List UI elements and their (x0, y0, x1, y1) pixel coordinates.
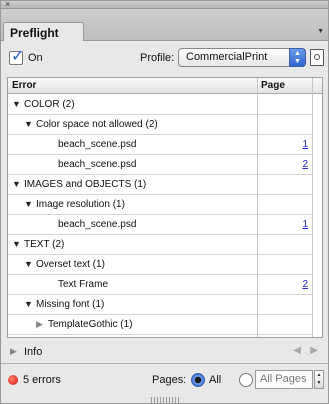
info-expander-icon[interactable]: ▶ (10, 346, 17, 357)
list-item[interactable]: ▼ IMAGES and OBJECTS (1) (8, 175, 312, 195)
list-item-label: Overset text (1) (36, 259, 105, 270)
page-link[interactable]: 1 (302, 219, 308, 230)
info-section: ▶ Info ◀ ▶ (7, 343, 323, 361)
profile-value: CommercialPrint (186, 51, 268, 63)
column-divider (312, 78, 313, 337)
page-link[interactable]: 2 (302, 159, 308, 170)
pages-range-radio[interactable] (239, 373, 253, 387)
error-list: Error Page ▼ COLOR (2) ▼ Color space not al… (7, 77, 323, 338)
list-item[interactable]: ▼ Image resolution (1) (8, 195, 312, 215)
preflight-panel: × Preflight ▼ ✓ On Profile: CommercialPr… (0, 0, 329, 404)
list-item[interactable]: ▼ Color space not allowed (2) (8, 115, 312, 135)
collapse-triangle-icon[interactable]: ▼ (24, 119, 33, 129)
collapse-triangle-icon[interactable]: ▼ (24, 299, 33, 309)
page-range-stepper-icon[interactable]: ▲ ▼ (314, 370, 324, 389)
status-bar: 5 errors Pages: All All Pages ▲ ▼ (1, 363, 328, 393)
list-item-label: beach_scene.psd (58, 219, 137, 230)
list-item[interactable]: beach_scene.psd 2 (8, 155, 312, 175)
collapse-triangle-icon[interactable]: ▼ (24, 259, 33, 269)
panel-menu-icon[interactable]: ▼ (317, 28, 324, 35)
list-item-label: COLOR (2) (24, 99, 75, 110)
collapse-triangle-icon[interactable]: ▼ (12, 99, 21, 109)
error-count[interactable]: 5 errors (23, 374, 61, 386)
pages-label: Pages: (152, 374, 187, 386)
pages-all-label: All (209, 374, 222, 386)
tab-bar: Preflight ▼ (1, 9, 328, 41)
profile-select[interactable]: CommercialPrint ▲ ▼ (178, 48, 306, 67)
info-label[interactable]: Info (24, 346, 42, 358)
list-item[interactable]: ▶ TemplateGothic (1) (8, 315, 312, 335)
checkmark-icon: ✓ (11, 48, 25, 65)
list-item[interactable]: beach_scene.psd 1 (8, 135, 312, 155)
expand-triangle-icon[interactable]: ▶ (36, 319, 43, 330)
resize-grip-icon[interactable] (151, 397, 179, 403)
page-link[interactable]: 1 (302, 139, 308, 150)
list-item-label: beach_scene.psd (58, 139, 137, 150)
collapse-triangle-icon[interactable]: ▼ (24, 199, 33, 209)
list-item-label: TEXT (2) (24, 239, 65, 250)
up-down-stepper-icon: ▲ ▼ (289, 48, 306, 67)
toolbar: ✓ On Profile: CommercialPrint ▲ ▼ (1, 42, 328, 74)
list-header: Error Page (8, 78, 322, 94)
list-item[interactable]: beach_scene.psd 1 (8, 215, 312, 235)
column-header-error[interactable]: Error (12, 80, 36, 91)
page-range-input[interactable]: All Pages (255, 370, 313, 389)
column-divider (257, 78, 258, 337)
list-item[interactable]: ▼ Missing font (1) (8, 295, 312, 315)
column-header-page[interactable]: Page (261, 80, 285, 91)
list-item[interactable]: Text Frame 2 (8, 275, 312, 295)
list-item-label: IMAGES and OBJECTS (1) (24, 179, 147, 190)
collapse-triangle-icon[interactable]: ▼ (12, 179, 21, 189)
list-item-label: Text Frame (58, 279, 109, 290)
list-item-label: Image resolution (1) (36, 199, 125, 210)
panel-titlebar: × (1, 0, 328, 9)
document-magnifier-icon[interactable] (310, 49, 324, 66)
list-item-label: Missing font (1) (36, 299, 105, 310)
list-item-label: beach_scene.psd (58, 159, 137, 170)
pages-all-radio[interactable] (191, 373, 205, 387)
list-item-label: TemplateGothic (1) (48, 319, 133, 330)
list-item[interactable]: ▼ Overset text (1) (8, 255, 312, 275)
on-label: On (28, 52, 43, 64)
previous-error-icon[interactable]: ◀ (293, 345, 301, 356)
list-item-label: Color space not allowed (2) (36, 119, 158, 130)
page-link[interactable]: 2 (302, 279, 308, 290)
list-item[interactable]: ▼ TEXT (2) (8, 235, 312, 255)
tab-preflight[interactable]: Preflight (3, 22, 84, 41)
next-error-icon[interactable]: ▶ (310, 345, 318, 356)
list-item[interactable]: ▼ COLOR (2) (8, 95, 312, 115)
red-error-dot-icon (8, 375, 18, 385)
on-checkbox[interactable]: ✓ (9, 48, 24, 65)
profile-label: Profile: (140, 52, 175, 64)
collapse-triangle-icon[interactable]: ▼ (12, 239, 21, 249)
magnifier-icon (314, 54, 320, 60)
